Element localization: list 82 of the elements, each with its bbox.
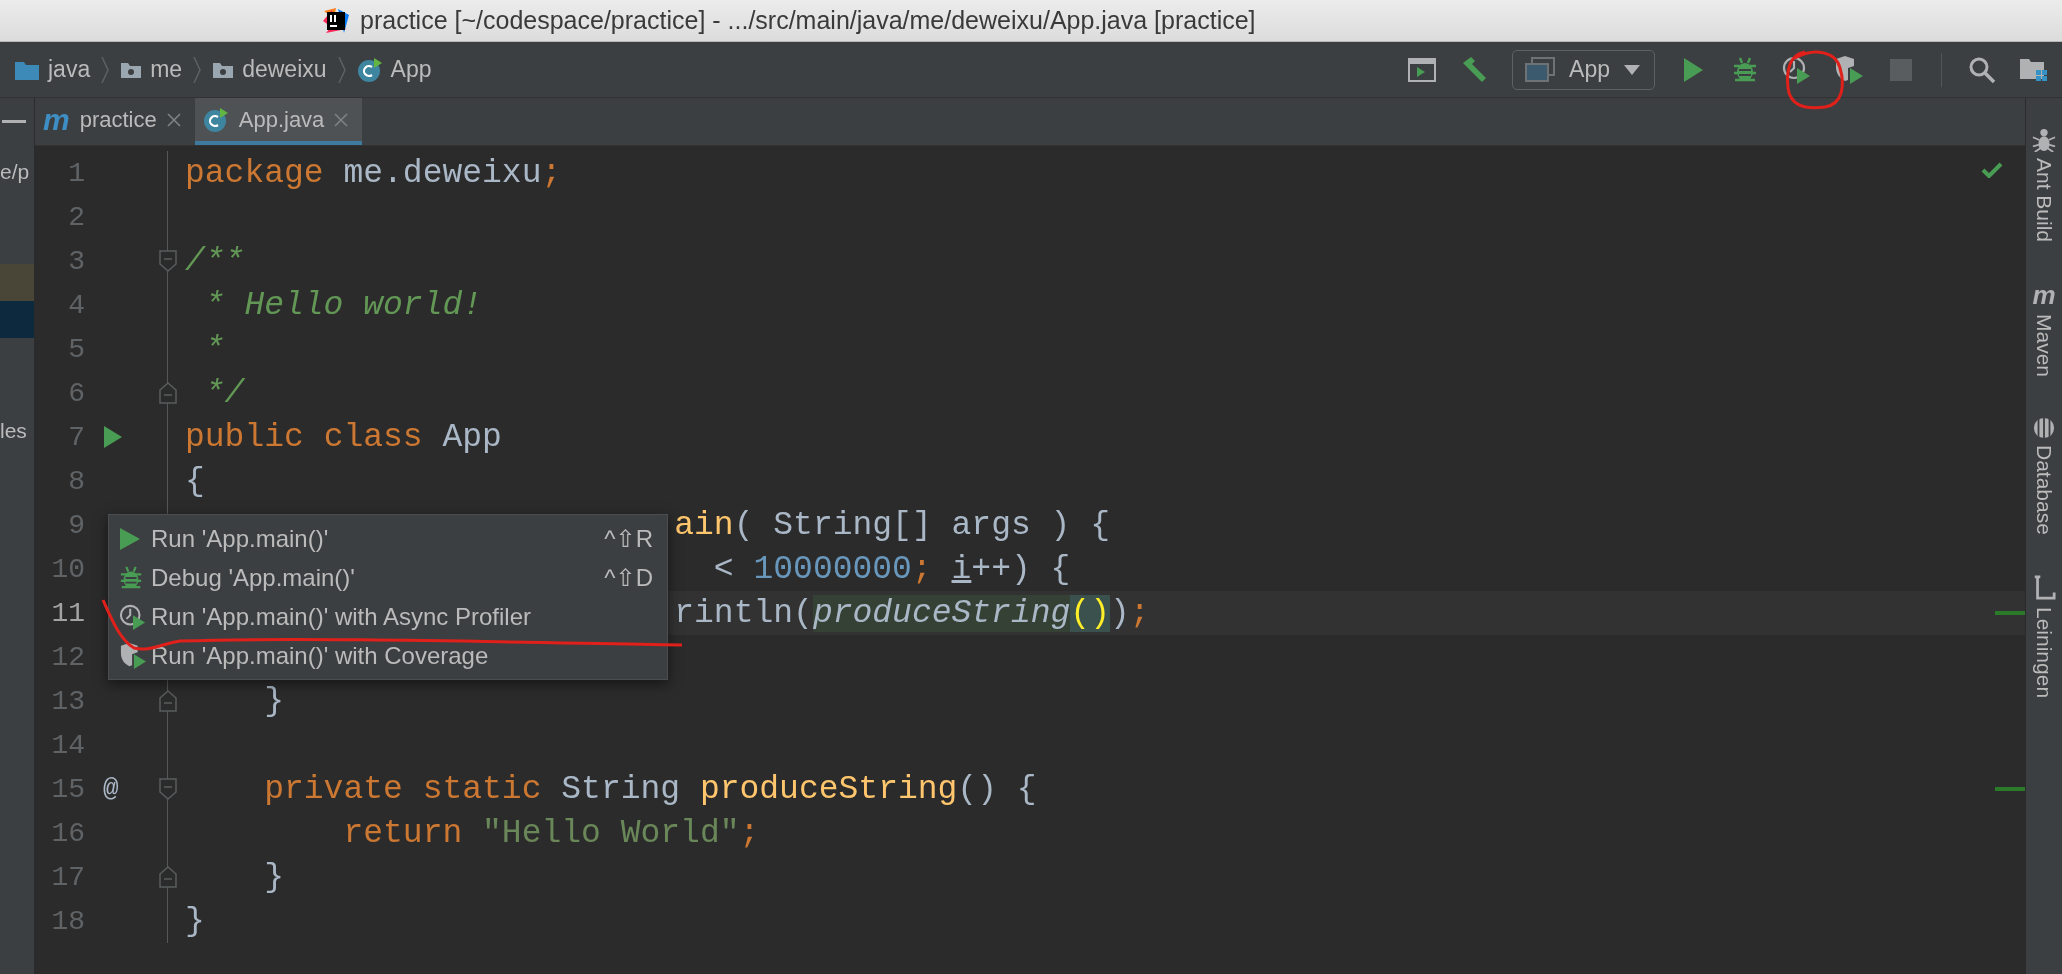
line-number: 3: [68, 245, 85, 277]
line-number: 1: [68, 157, 85, 189]
menu-item[interactable]: Run 'App.main()' ^⇧R: [109, 519, 667, 558]
package-folder-icon: [120, 60, 143, 79]
shortcut: ^⇧R: [604, 524, 653, 553]
line-number: 11: [51, 597, 85, 629]
run-icon[interactable]: [103, 425, 123, 449]
chevron-icon: [336, 54, 347, 85]
ant-icon: [2032, 128, 2056, 152]
line-number: 6: [68, 377, 85, 409]
line-number: 8: [68, 465, 85, 497]
line-number: 15: [51, 773, 85, 805]
checkmark-icon: [1981, 162, 2003, 178]
code-line: return "Hello World";: [342, 814, 760, 852]
line-number: 14: [51, 729, 85, 761]
shortcut: ^⇧D: [604, 563, 653, 592]
code-line: < 10000000; i++) {: [712, 550, 1071, 588]
editor-tab[interactable]: m practice: [35, 98, 195, 145]
fold-icon[interactable]: [159, 250, 177, 272]
window-title: practice [~/codespace/practice] - .../src/main/java/me/deweixu/App.java [practice]: [360, 6, 1256, 35]
line-number: 12: [51, 641, 85, 673]
line-number: 7: [68, 421, 85, 453]
code-line: */: [203, 374, 245, 412]
fold-icon[interactable]: [159, 690, 177, 712]
maven-icon: m: [2032, 282, 2056, 309]
debug-icon: [119, 565, 143, 590]
run-icon: [119, 526, 141, 551]
minimize-icon[interactable]: [2, 120, 26, 124]
line-number: 16: [51, 817, 85, 849]
chevron-icon: [192, 54, 203, 85]
tool-window-tab[interactable]: Leiningen: [2032, 575, 2056, 699]
coverage-icon: [119, 642, 147, 669]
breadcrumb[interactable]: deweixu: [212, 56, 327, 83]
code-line: {: [185, 462, 205, 500]
tool-window-tab[interactable]: m Maven: [2032, 282, 2056, 378]
line-number: 4: [68, 289, 85, 321]
class-icon: [356, 56, 383, 83]
code-line: }: [263, 682, 285, 720]
profiler-icon: [119, 603, 147, 630]
code-line: /**: [185, 242, 245, 280]
code-line: * Hello world!: [203, 286, 483, 324]
ide-logo-icon: [322, 6, 350, 35]
line-number: 13: [51, 685, 85, 717]
tool-window-tab[interactable]: Ant Build: [2032, 128, 2056, 243]
line-number: 5: [68, 333, 85, 365]
package-folder-icon: [212, 60, 235, 79]
chevron-icon: [100, 54, 111, 85]
line-number: 9: [68, 509, 85, 541]
database-icon: [2033, 417, 2055, 440]
window-icon: [1525, 56, 1556, 83]
breadcrumb[interactable]: me: [120, 56, 183, 83]
tool-window-tab[interactable]: Database: [2032, 417, 2056, 535]
code-line: public class App: [185, 418, 502, 456]
tree-item-label[interactable]: les: [0, 418, 27, 443]
tree-item-label[interactable]: e/p: [0, 159, 30, 184]
code-line: private static String produceString() {: [263, 770, 1037, 808]
class-icon: [202, 106, 229, 133]
maven-icon: m: [43, 104, 70, 135]
breadcrumb[interactable]: App: [356, 56, 432, 83]
fold-icon[interactable]: [159, 866, 177, 888]
code-line: }: [263, 858, 285, 896]
close-icon[interactable]: [166, 112, 181, 127]
fold-icon[interactable]: [159, 382, 177, 404]
caret-icon: [1624, 64, 1640, 75]
breadcrumb[interactable]: java: [14, 56, 91, 83]
line-number: 2: [68, 201, 85, 233]
close-icon[interactable]: [334, 112, 349, 127]
code-line: ain( String[] args ) {: [674, 506, 1110, 544]
leiningen-icon: [2032, 575, 2056, 601]
gutter-mark[interactable]: @: [103, 774, 119, 804]
line-number: 10: [51, 553, 85, 585]
menu-item[interactable]: Run 'App.main()' with Coverage: [109, 636, 667, 675]
menu-item[interactable]: Run 'App.main()' with Async Profiler: [109, 597, 667, 636]
menu-item[interactable]: Debug 'App.main()' ^⇧D: [109, 558, 667, 597]
fold-icon[interactable]: [159, 778, 177, 800]
line-number: 17: [51, 861, 85, 893]
run-config-dropdown[interactable]: App: [1512, 49, 1655, 90]
line-number: 18: [51, 905, 85, 937]
code-line: package me.deweixu;: [185, 154, 562, 192]
code-line: }: [185, 902, 205, 940]
code-line: *: [203, 330, 225, 368]
editor-tab[interactable]: App.java: [194, 98, 363, 145]
